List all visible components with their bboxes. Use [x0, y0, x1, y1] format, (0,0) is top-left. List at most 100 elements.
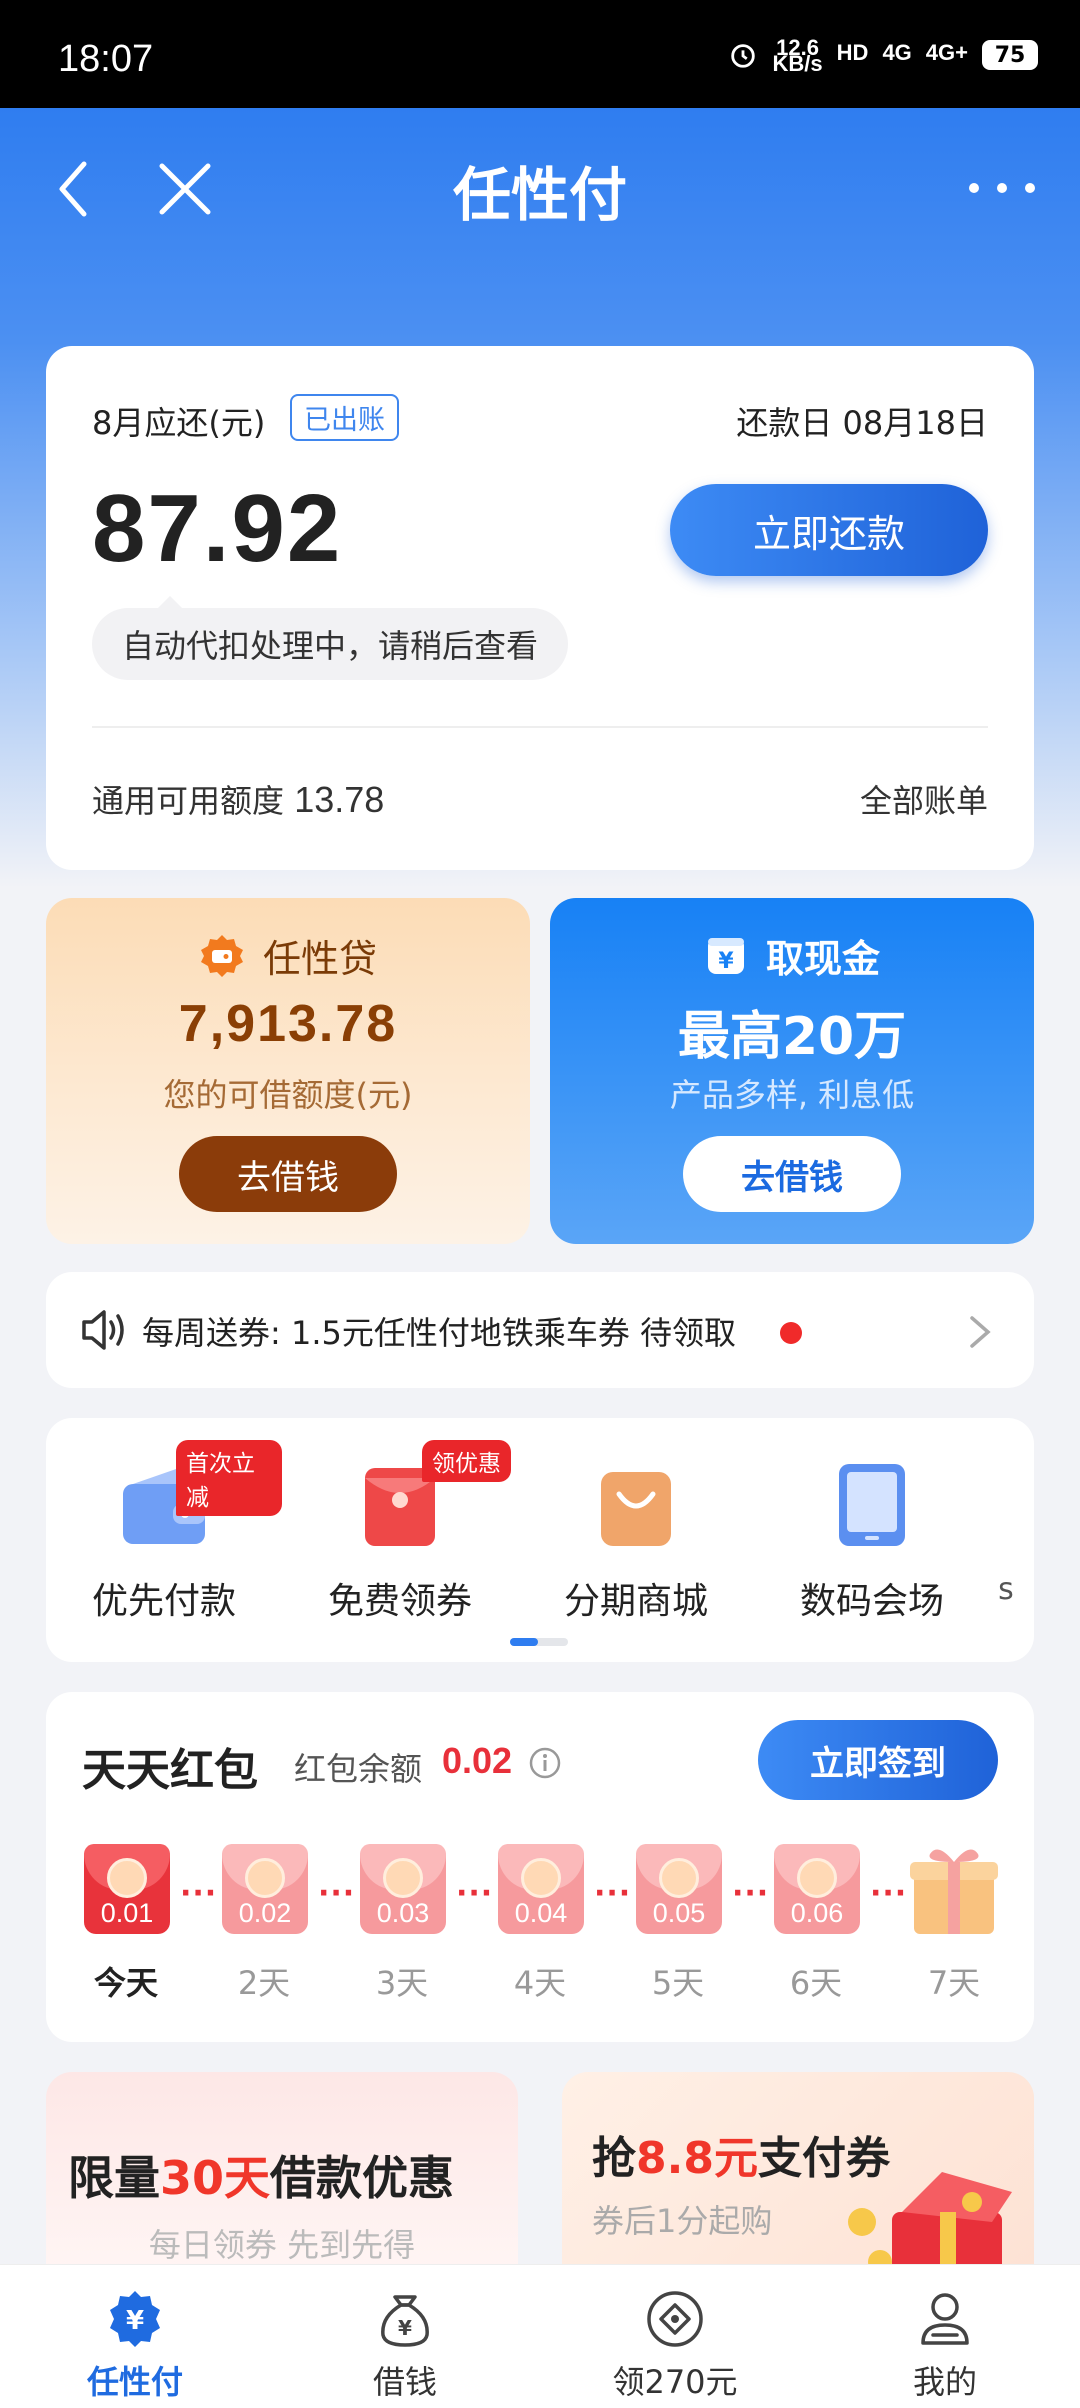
day-label: 6天 — [789, 1964, 843, 2002]
separator-dots: ··· — [456, 1876, 494, 1911]
tab-label: 我的 — [912, 2363, 977, 2401]
separator-dots: ··· — [318, 1876, 356, 1911]
payment-coupon-banner[interactable]: 抢8.8元支付券 券后1分起购 — [562, 2072, 1034, 2272]
money-bag-icon: ¥ — [381, 2295, 429, 2347]
day-label: 7天 — [927, 1964, 981, 2002]
loan-limit-label: 您的可借额度(元) — [163, 1076, 413, 1114]
tab-claim-270[interactable]: 领270元 — [540, 2265, 810, 2408]
menu-scroll-indicator — [510, 1638, 568, 1646]
loan-promo-card[interactable]: 任性贷 7,913.78 您的可借额度(元) 去借钱 — [46, 898, 530, 1244]
bill-amount: 87.92 — [92, 475, 343, 582]
daily-red-packet-card: 天天红包 红包余额 0.02 立即签到 0.01 今天 ··· 0.02 2天 … — [46, 1692, 1034, 2042]
divider — [92, 726, 988, 728]
diamond-coin-icon — [647, 2291, 703, 2347]
feature-menu: 优先付款 首次立减 免费领券 领优惠 分期商城 数码会场 s — [46, 1418, 1034, 1662]
first-discount-tag: 首次立减 — [176, 1440, 282, 1516]
red-packet-title: 天天红包 — [82, 1745, 258, 1796]
separator-dots: ··· — [870, 1876, 908, 1911]
menu-item-priority-pay[interactable]: 优先付款 首次立减 — [46, 1418, 282, 1622]
banner-title: 限量30天借款优惠 — [68, 2151, 455, 2205]
repay-now-button[interactable]: 立即还款 — [670, 484, 988, 576]
svg-text:¥: ¥ — [126, 2306, 144, 2336]
due-date: 还款日 08月18日 — [736, 404, 988, 442]
cash-bag-icon: ¥ — [707, 937, 744, 974]
red-packet-envelope: 0.04 — [498, 1844, 584, 1934]
separator-dots: ··· — [180, 1876, 218, 1911]
separator-dots: ··· — [732, 1876, 770, 1911]
menu-label: 优先付款 — [91, 1581, 236, 1622]
shopping-bag-icon — [601, 1472, 671, 1546]
loan-discount-banner[interactable]: 限量30天借款优惠 每日领券 先到先得 — [46, 2072, 518, 2272]
loan-borrow-button[interactable]: 去借钱 — [179, 1136, 397, 1212]
alarm-icon — [730, 44, 755, 68]
menu-item-digital-hall[interactable]: 数码会场 — [754, 1418, 990, 1622]
gift-box-icon — [910, 1849, 998, 1934]
person-icon — [921, 2293, 969, 2345]
coin-icon — [797, 1858, 837, 1898]
menu-item-free-coupon[interactable]: 免费领券 领优惠 — [282, 1418, 518, 1622]
bill-card: 8月应还(元) 已出账 还款日 08月18日 87.92 立即还款 自动代扣处理… — [46, 346, 1034, 870]
menu-label: 免费领券 — [327, 1581, 472, 1622]
cash-max-value: 最高20万 — [677, 1007, 907, 1067]
red-gift-box-icon — [848, 2172, 1012, 2272]
more-icon[interactable] — [964, 168, 1040, 208]
tab-label: 借钱 — [372, 2363, 437, 2401]
status-bar: 18:07 12.6 KB/s HD 4G 4G+ 75 — [0, 0, 1080, 108]
page-title: 任性付 — [452, 161, 627, 229]
cash-promo-card[interactable]: ¥ 取现金 最高20万 产品多样, 利息低 去借钱 — [550, 898, 1034, 1244]
tab-renxingfu[interactable]: ¥ 任性付 — [0, 2265, 270, 2408]
tab-me[interactable]: 我的 — [810, 2265, 1080, 2408]
svg-text:¥: ¥ — [398, 2316, 412, 2340]
red-packet-balance: 0.02 — [442, 1740, 513, 1781]
all-bills-link[interactable]: 全部账单 — [860, 776, 988, 822]
red-packet-balance-label: 红包余额 — [294, 1750, 423, 1788]
cash-promo-subtitle: 产品多样, 利息低 — [669, 1076, 915, 1114]
available-limit: 通用可用额度 13.78 — [92, 776, 384, 822]
info-icon[interactable] — [528, 1746, 562, 1780]
cash-promo-title: 取现金 — [765, 937, 880, 981]
day-label: 2天 — [237, 1964, 291, 2002]
coin-icon — [659, 1858, 699, 1898]
coin-icon — [383, 1858, 423, 1898]
red-packet-envelope: 0.05 — [636, 1844, 722, 1934]
menu-label: 分期商城 — [563, 1581, 708, 1622]
menu-item-installment-mall[interactable]: 分期商城 — [518, 1418, 754, 1622]
get-offer-tag: 领优惠 — [422, 1440, 511, 1482]
nav-bar: 任性付 — [0, 108, 1080, 258]
cash-promo-header: ¥ 取现金 — [550, 928, 1034, 983]
weekly-coupon-notice[interactable]: 每周送券: 1.5元任性付地铁乘车券 待领取 — [46, 1272, 1034, 1388]
cash-borrow-button[interactable]: 去借钱 — [683, 1136, 901, 1212]
coin-icon — [107, 1858, 147, 1898]
red-packet-envelope: 0.03 — [360, 1844, 446, 1934]
day-label: 3天 — [375, 1964, 429, 2002]
bill-status-badge: 已出账 — [290, 394, 399, 441]
svg-text:¥: ¥ — [718, 949, 734, 974]
loan-promo-title: 任性贷 — [262, 937, 377, 981]
auto-debit-tip: 自动代扣处理中，请稍后查看 — [92, 608, 569, 680]
tab-label: 任性付 — [86, 2363, 183, 2401]
coin-icon — [521, 1858, 561, 1898]
notice-text: 每周送券: 1.5元任性付地铁乘车券 待领取 — [142, 1314, 737, 1352]
unread-dot — [780, 1322, 802, 1344]
menu-item-partial[interactable]: s — [986, 1572, 1026, 1607]
red-packet-envelope: 0.02 — [222, 1844, 308, 1934]
red-packet-envelope: 0.06 — [774, 1844, 860, 1934]
tab-borrow[interactable]: ¥ 借钱 — [270, 2265, 540, 2408]
yuan-shield-icon: ¥ — [110, 2291, 160, 2347]
tab-label: 领270元 — [612, 2363, 738, 2401]
chevron-right-icon — [970, 1316, 991, 1348]
scroll-thumb — [510, 1638, 538, 1646]
loan-limit-value: 7,913.78 — [178, 995, 398, 1053]
available-limit-value: 13.78 — [294, 779, 385, 820]
signal-4g-icon: 4G — [882, 40, 912, 65]
net-speed: 12.6 KB/s — [772, 35, 823, 76]
day-label: 5天 — [651, 1964, 705, 2002]
loan-promo-header: 任性贷 — [46, 928, 530, 983]
sign-in-button[interactable]: 立即签到 — [758, 1720, 998, 1800]
signal-4g-plus-icon: 4G+ — [925, 40, 968, 65]
tablet-icon — [839, 1464, 905, 1546]
battery-icon: 75 — [982, 40, 1038, 70]
speaker-icon — [82, 1310, 124, 1350]
hd-icon: HD — [836, 40, 869, 65]
day-label: 4天 — [513, 1964, 567, 2002]
